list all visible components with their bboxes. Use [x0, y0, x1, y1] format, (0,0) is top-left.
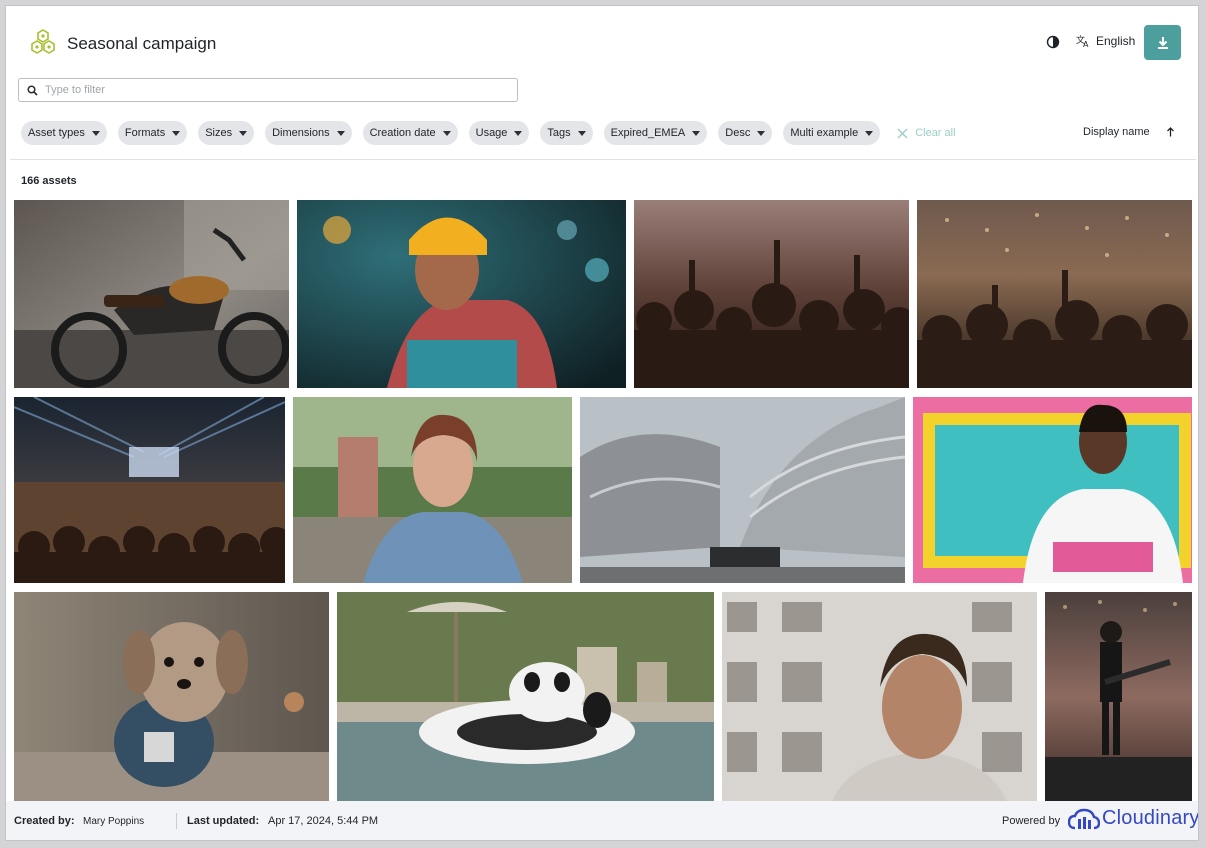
- filter-tags[interactable]: Tags: [540, 121, 593, 145]
- header: Seasonal campaign 文 A English: [6, 6, 1198, 78]
- clear-all-button[interactable]: Clear all: [897, 127, 956, 139]
- asset-thumbnail-stadium-concert[interactable]: [14, 397, 285, 583]
- contrast-toggle-icon[interactable]: [1046, 35, 1060, 49]
- asset-thumbnail-concert-crowd-lights[interactable]: [917, 200, 1192, 388]
- app-window: Seasonal campaign 文 A English Asset ty: [5, 5, 1199, 841]
- filter-dimensions[interactable]: Dimensions: [265, 121, 352, 145]
- asset-thumbnail-man-portrait-building[interactable]: [722, 592, 1037, 801]
- filter-expired-emea[interactable]: Expired_EMEA: [603, 121, 708, 145]
- cloud-icon: [1068, 808, 1100, 829]
- created-by-value: Mary Poppins: [83, 816, 145, 827]
- asset-thumbnail-woman-yellow-beanie[interactable]: [297, 200, 626, 388]
- caret-down-icon: [692, 130, 701, 136]
- filter-label: Dimensions: [272, 127, 330, 139]
- sort-control[interactable]: Display name: [1083, 126, 1175, 138]
- sort-label: Display name: [1083, 126, 1150, 138]
- hexagon-cluster-logo: [31, 29, 55, 54]
- filter-label: Sizes: [205, 127, 233, 139]
- brand-name: Cloudinary: [1102, 807, 1199, 829]
- caret-down-icon: [757, 130, 766, 136]
- last-updated-value: Apr 17, 2024, 5:44 PM: [268, 815, 379, 827]
- language-label: English: [1096, 34, 1136, 48]
- filter-creation-date[interactable]: Creation date: [362, 121, 458, 145]
- asset-thumbnail-motorcycle[interactable]: [14, 200, 289, 388]
- arrow-up-icon: [1166, 127, 1174, 137]
- powered-by-label: Powered by: [1002, 815, 1061, 827]
- filter-desc[interactable]: Desc: [718, 121, 773, 145]
- filter-asset-types[interactable]: Asset types: [21, 121, 107, 145]
- search-icon: [27, 84, 38, 96]
- filter-multi-example[interactable]: Multi example: [783, 121, 881, 145]
- caret-down-icon: [442, 130, 451, 136]
- divider: [10, 159, 1196, 160]
- asset-thumbnail-modern-building[interactable]: [580, 397, 905, 583]
- download-button[interactable]: [1144, 25, 1181, 60]
- asset-thumbnail-woman-denim-jacket[interactable]: [293, 397, 572, 583]
- filter-label: Usage: [475, 127, 508, 139]
- asset-thumbnail-concert-crowd[interactable]: [634, 200, 909, 388]
- close-icon: [897, 128, 908, 138]
- asset-thumbnail-panda-pool-float[interactable]: [337, 592, 714, 801]
- filter-search[interactable]: [18, 78, 518, 102]
- footer: Created by: Mary Poppins Last updated: A…: [6, 801, 1199, 840]
- filter-label: Asset types: [28, 127, 85, 139]
- download-icon: [1157, 36, 1168, 49]
- last-updated-label: Last updated:: [187, 815, 260, 827]
- created-by-label: Created by:: [14, 815, 75, 827]
- footer-separator: [176, 813, 177, 829]
- filter-sizes[interactable]: Sizes: [198, 121, 255, 145]
- clear-all-label: Clear all: [915, 127, 956, 139]
- filter-label: Tags: [547, 127, 571, 139]
- search-input[interactable]: [43, 83, 487, 97]
- svg-text:A: A: [1083, 40, 1089, 48]
- language-selector[interactable]: 文 A English: [1076, 34, 1135, 48]
- caret-down-icon: [577, 130, 586, 136]
- filter-label: Desc: [725, 127, 751, 139]
- asset-thumbnail-guitarist-on-stage[interactable]: [1045, 592, 1192, 801]
- caret-down-icon: [514, 130, 523, 136]
- translate-icon: 文 A: [1076, 34, 1089, 48]
- filter-label: Formats: [124, 127, 166, 139]
- page-title: Seasonal campaign: [67, 34, 217, 53]
- filter-bar: Asset types Formats Sizes Dimensions Cre…: [21, 121, 956, 145]
- caret-down-icon: [172, 130, 181, 136]
- asset-count: 166 assets: [21, 175, 77, 187]
- caret-down-icon: [336, 130, 345, 136]
- filter-label: Multi example: [790, 127, 859, 139]
- filter-usage[interactable]: Usage: [468, 121, 530, 145]
- filter-label: Expired_EMEA: [610, 127, 686, 139]
- filter-label: Creation date: [369, 127, 436, 139]
- asset-thumbnail-dog-in-tshirt[interactable]: [14, 592, 329, 801]
- cloudinary-logo[interactable]: Cloudinary: [1068, 807, 1199, 830]
- caret-down-icon: [91, 130, 100, 136]
- caret-down-icon: [865, 130, 874, 136]
- caret-down-icon: [239, 130, 248, 136]
- asset-thumbnail-man-white-tshirt[interactable]: [913, 397, 1192, 583]
- filter-formats[interactable]: Formats: [117, 121, 188, 145]
